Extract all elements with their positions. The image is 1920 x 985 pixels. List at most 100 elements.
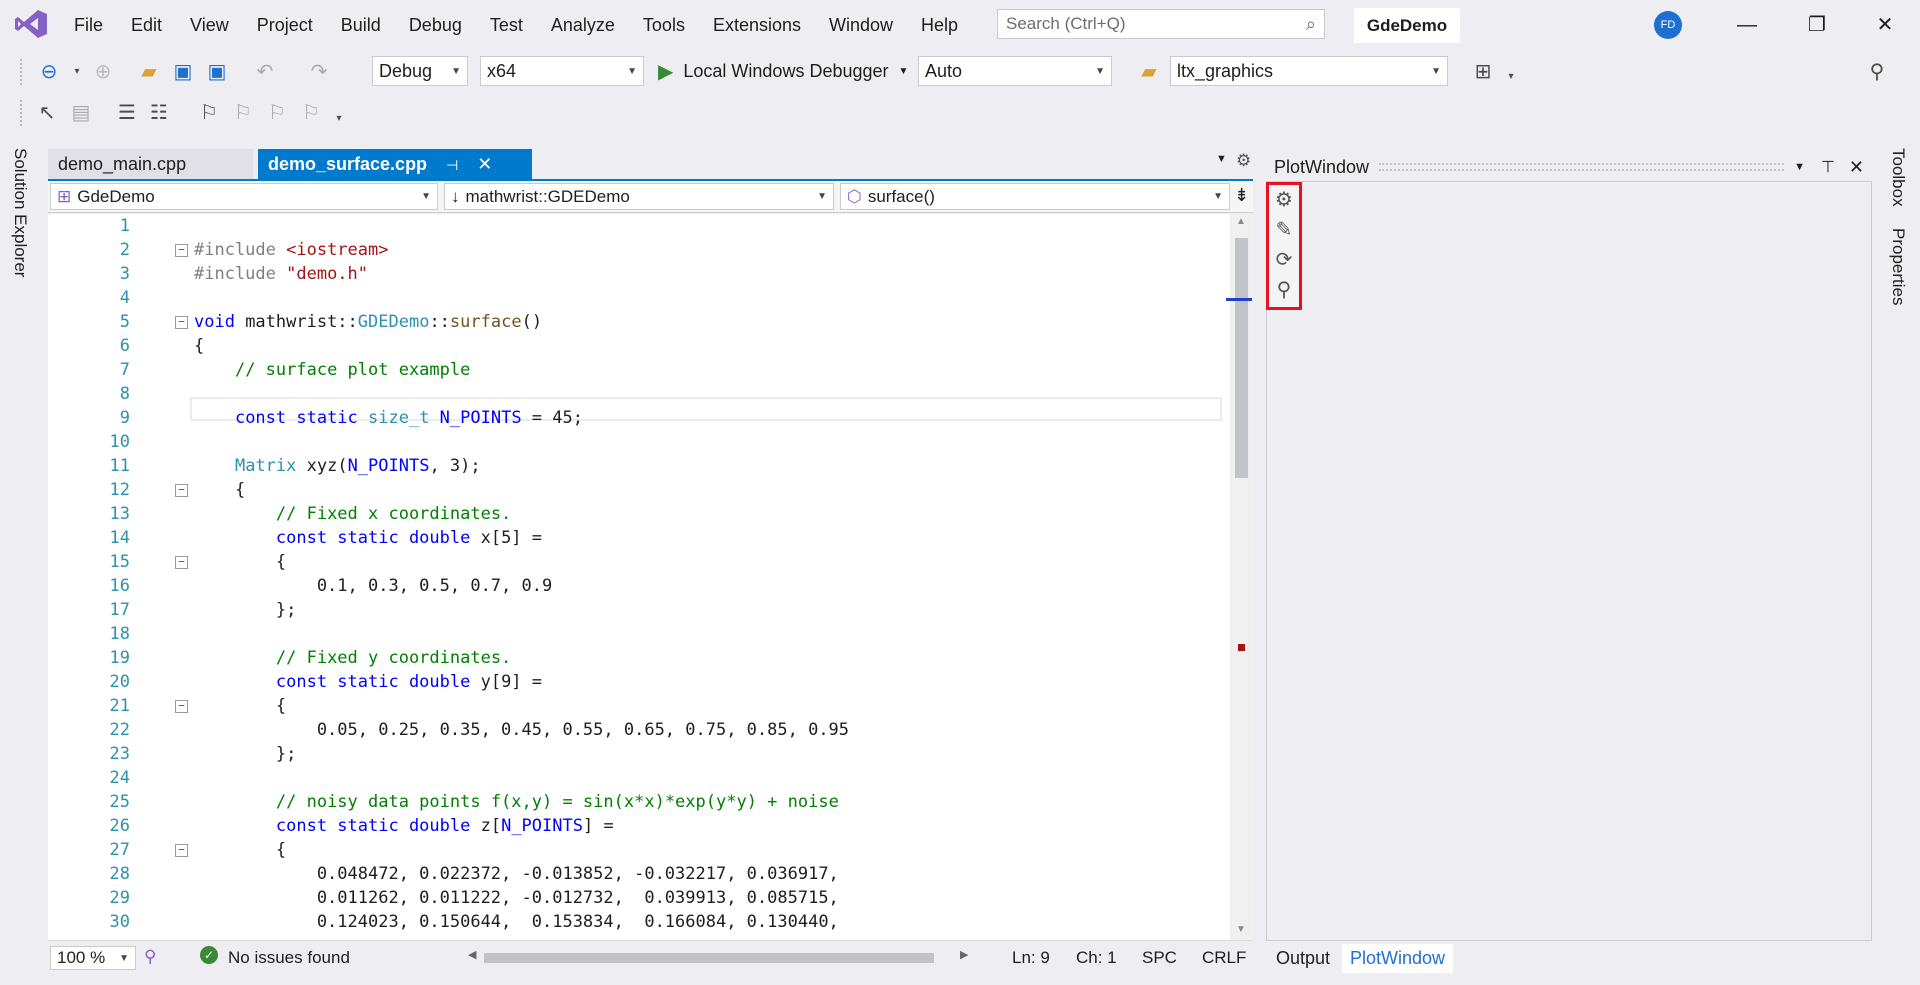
scroll-right-icon[interactable]: ▶ xyxy=(960,948,968,961)
code-line[interactable]: 12 − { xyxy=(48,478,1230,502)
code-line[interactable]: 18 xyxy=(48,622,1230,646)
fold-toggle-icon[interactable]: − xyxy=(175,700,188,713)
project-nav-select[interactable]: ⊞ GdeDemo ▼ xyxy=(50,183,438,210)
live-share-icon[interactable]: ⚲ xyxy=(1864,59,1890,85)
code-line[interactable]: 5 − void mathwrist::GDEDemo::surface() xyxy=(48,310,1230,334)
code-line[interactable]: 6{ xyxy=(48,334,1230,358)
redo-icon[interactable]: ↷ xyxy=(306,59,332,85)
scrollbar-thumb[interactable] xyxy=(1235,238,1248,478)
scope-nav-select[interactable]: ↓ mathwrist::GDEDemo ▼ xyxy=(444,183,834,210)
navigate-forward-icon[interactable]: ⊕ xyxy=(90,59,116,85)
toolbar-overflow-icon[interactable]: ▾ xyxy=(326,106,352,132)
pin-icon[interactable]: ⊤ xyxy=(1821,157,1835,177)
toolbar-overflow-icon[interactable]: ▾ xyxy=(1498,64,1524,90)
toolbar-grip[interactable] xyxy=(20,100,25,126)
vertical-scrollbar[interactable]: ▲ ▼ xyxy=(1226,214,1253,940)
restore-icon[interactable]: ❐ xyxy=(1782,0,1852,50)
save-all-icon[interactable]: ▣ xyxy=(204,59,230,85)
panel-menu-icon[interactable]: ▼ xyxy=(1794,161,1805,173)
menu-item-help[interactable]: Help xyxy=(907,0,972,50)
menu-item-test[interactable]: Test xyxy=(476,0,537,50)
code-line[interactable]: 30 0.124023, 0.150644, 0.153834, 0.16608… xyxy=(48,910,1230,934)
split-window-icon[interactable]: ⇟ xyxy=(1234,185,1249,206)
menu-item-project[interactable]: Project xyxy=(243,0,327,50)
scroll-left-icon[interactable]: ◀ xyxy=(468,948,476,961)
chevron-down-icon[interactable]: ▾ xyxy=(64,59,90,85)
code-line[interactable]: 1 xyxy=(48,214,1230,238)
fold-toggle-icon[interactable]: − xyxy=(175,844,188,857)
close-icon[interactable]: ✕ xyxy=(1850,0,1920,50)
clear-bookmarks-icon[interactable]: ⚐ xyxy=(298,100,324,126)
member-nav-select[interactable]: ⬡ surface() ▼ xyxy=(840,183,1230,210)
code-line[interactable]: 15 − { xyxy=(48,550,1230,574)
brush-icon[interactable]: ✎ xyxy=(1269,215,1299,245)
zoom-icon[interactable]: ⚲ xyxy=(1269,275,1299,305)
tab-list-dropdown-icon[interactable]: ▼ xyxy=(1216,153,1227,165)
horizontal-scrollbar-thumb[interactable] xyxy=(484,953,934,963)
configuration-select[interactable]: Debug ▼ xyxy=(372,56,468,86)
scroll-up-icon[interactable]: ▲ xyxy=(1236,216,1246,227)
menu-item-file[interactable]: File xyxy=(60,0,117,50)
tab-plotwindow[interactable]: PlotWindow xyxy=(1342,944,1454,973)
search-input[interactable]: Search (Ctrl+Q) ⌕ xyxy=(997,9,1325,39)
next-bookmark-icon[interactable]: ⚐ xyxy=(264,100,290,126)
menu-item-window[interactable]: Window xyxy=(815,0,907,50)
menu-item-debug[interactable]: Debug xyxy=(395,0,476,50)
pin-icon[interactable]: ⊣ xyxy=(446,157,458,173)
undo-icon[interactable]: ↶ xyxy=(252,59,278,85)
layout-icon[interactable]: ⊞ xyxy=(1470,59,1496,85)
minimize-icon[interactable]: ― xyxy=(1712,0,1782,50)
close-panel-icon[interactable]: ✕ xyxy=(1849,157,1864,178)
quick-info-icon[interactable]: ▤ xyxy=(68,100,94,126)
code-line[interactable]: 3 #include "demo.h" xyxy=(48,262,1230,286)
toolbar-grip[interactable] xyxy=(20,59,25,85)
code-line[interactable]: 27 − { xyxy=(48,838,1230,862)
refresh-icon[interactable]: ⟳ xyxy=(1269,245,1299,275)
intellicode-icon[interactable]: ⚲ xyxy=(144,947,156,967)
tab-demo-main[interactable]: demo_main.cpp xyxy=(48,149,253,179)
uncomment-lines-icon[interactable]: ☷ xyxy=(146,100,172,126)
code-line[interactable]: 4 xyxy=(48,286,1230,310)
code-line[interactable]: 19 // Fixed y coordinates. xyxy=(48,646,1230,670)
scroll-down-icon[interactable]: ▼ xyxy=(1236,924,1246,935)
properties-tab[interactable]: Properties xyxy=(1888,228,1908,305)
solution-explorer-tab[interactable]: Solution Explorer xyxy=(10,148,30,277)
fold-toggle-icon[interactable]: − xyxy=(175,316,188,329)
menu-item-analyze[interactable]: Analyze xyxy=(537,0,629,50)
code-line[interactable]: 11 Matrix xyz(N_POINTS, 3); xyxy=(48,454,1230,478)
code-line[interactable]: 10 xyxy=(48,430,1230,454)
menu-item-view[interactable]: View xyxy=(176,0,243,50)
code-line[interactable]: 29 0.011262, 0.011222, -0.012732, 0.0399… xyxy=(48,886,1230,910)
code-line[interactable]: 9 const static size_t N_POINTS = 45; xyxy=(48,406,1230,430)
code-line[interactable]: 24 xyxy=(48,766,1230,790)
code-line[interactable]: 21 − { xyxy=(48,694,1230,718)
code-line[interactable]: 7 // surface plot example xyxy=(48,358,1230,382)
zoom-select[interactable]: 100 % ▼ xyxy=(50,946,136,970)
code-line[interactable]: 8 xyxy=(48,382,1230,406)
pointer-icon[interactable]: ↖ xyxy=(34,100,60,126)
save-icon[interactable]: ▣ xyxy=(170,59,196,85)
issues-status[interactable]: No issues found xyxy=(228,948,350,968)
panel-drag-grip[interactable] xyxy=(1379,163,1785,171)
whitespace-status[interactable]: SPC xyxy=(1142,948,1177,968)
platform-select[interactable]: x64 ▼ xyxy=(480,56,644,86)
comment-lines-icon[interactable]: ☰ xyxy=(114,100,140,126)
tab-demo-surface[interactable]: demo_surface.cpp ⊣ ✕ xyxy=(258,149,532,179)
settings-gear-icon[interactable]: ⚙ xyxy=(1269,185,1299,215)
menu-item-edit[interactable]: Edit xyxy=(117,0,176,50)
menu-item-extensions[interactable]: Extensions xyxy=(699,0,815,50)
code-line[interactable]: 13 // Fixed x coordinates. xyxy=(48,502,1230,526)
visual-studio-logo-icon[interactable] xyxy=(14,9,48,39)
prev-bookmark-icon[interactable]: ⚐ xyxy=(230,100,256,126)
code-line[interactable]: 2 − #include <iostream> xyxy=(48,238,1230,262)
open-folder-icon[interactable]: ▰ xyxy=(136,59,162,85)
column-status[interactable]: Ch: 1 xyxy=(1076,948,1117,968)
tab-output[interactable]: Output xyxy=(1276,948,1330,969)
navigate-back-icon[interactable]: ⊖ xyxy=(36,59,62,85)
auto-select[interactable]: Auto ▼ xyxy=(918,56,1112,86)
code-line[interactable]: 22 0.05, 0.25, 0.35, 0.45, 0.55, 0.65, 0… xyxy=(48,718,1230,742)
code-line[interactable]: 25 // noisy data points f(x,y) = sin(x*x… xyxy=(48,790,1230,814)
line-number-status[interactable]: Ln: 9 xyxy=(1012,948,1050,968)
avatar[interactable]: FD xyxy=(1654,11,1682,39)
code-line[interactable]: 14 const static double x[5] = xyxy=(48,526,1230,550)
